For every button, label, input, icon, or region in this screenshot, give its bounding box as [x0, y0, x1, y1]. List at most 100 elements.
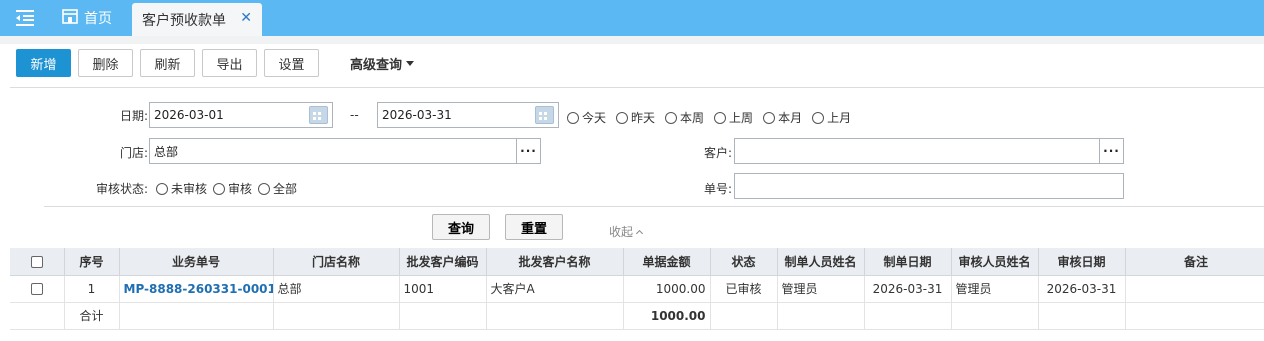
cell-make-date: 2026-03-31 — [864, 275, 952, 303]
cell-empty — [864, 302, 952, 330]
checkbox-icon[interactable] — [30, 283, 43, 295]
column-header[interactable]: 审核人员姓名 — [951, 248, 1039, 276]
total-amount: 1000.00 — [623, 302, 711, 330]
cell-cust-code: 1001 — [399, 275, 487, 303]
cell-empty — [951, 302, 1039, 330]
cell-empty — [486, 302, 624, 330]
calendar-icon[interactable] — [309, 106, 328, 124]
checkbox-icon[interactable] — [30, 255, 43, 268]
column-header[interactable]: 制单日期 — [864, 248, 952, 276]
cell-empty — [10, 302, 65, 330]
column-header[interactable]: 审核日期 — [1038, 248, 1126, 276]
cell-status: 已审核 — [710, 275, 778, 303]
radio-button-icon — [714, 111, 727, 124]
radio-button-icon — [616, 111, 629, 124]
radio-audited[interactable]: 审核 — [213, 180, 252, 197]
radio-this-week[interactable]: 本周 — [665, 109, 704, 126]
cell-store: 总部 — [273, 275, 400, 303]
collapse-toggle[interactable]: 收起 — [609, 223, 644, 240]
query-button[interactable]: 查询 — [432, 214, 490, 240]
table-total-row: 合计 1000.00 — [10, 302, 1264, 330]
tab-home[interactable]: 首页 — [54, 0, 120, 36]
radio-yesterday-label: 昨天 — [631, 111, 656, 125]
quick-date-radios: 今天 昨天 本周 上周 本月 上月 — [567, 109, 851, 126]
advanced-query-button[interactable]: 高级查询 — [338, 49, 426, 77]
menu-toggle-icon[interactable] — [14, 7, 38, 29]
radio-button-icon — [763, 111, 776, 124]
refresh-button[interactable]: 刷新 — [140, 49, 195, 77]
table-row[interactable]: 1 MP-8888-260331-0001 总部 1001 大客户A 1000.… — [10, 275, 1264, 303]
cell-cust-name: 大客户A — [486, 275, 624, 303]
column-header[interactable]: 批发客户名称 — [486, 248, 624, 276]
more-icon[interactable]: ··· — [516, 139, 540, 163]
store-label: 门店: — [119, 146, 148, 160]
cell-empty — [777, 302, 865, 330]
column-header[interactable]: 序号 — [64, 248, 120, 276]
tab-customer-prepayment[interactable]: 客户预收款单 ✕ — [132, 3, 262, 36]
column-header[interactable]: 批发客户编码 — [399, 248, 487, 276]
cell-no: 1 — [64, 275, 120, 303]
radio-audited-label: 审核 — [228, 182, 253, 196]
select-all-header[interactable] — [10, 248, 65, 276]
date-to-input[interactable]: 2026-03-31 — [377, 102, 559, 128]
column-header[interactable]: 状态 — [710, 248, 778, 276]
close-icon[interactable]: ✕ — [240, 10, 252, 26]
store-input[interactable]: 总部 ··· — [149, 138, 541, 164]
filter-divider — [44, 206, 1264, 207]
chevron-up-icon — [635, 229, 644, 237]
cell-empty — [1038, 302, 1126, 330]
radio-unaudited[interactable]: 未审核 — [156, 180, 207, 197]
cell-empty — [1125, 302, 1264, 330]
tab-active-label: 客户预收款单 — [142, 12, 226, 29]
radio-last-week[interactable]: 上周 — [714, 109, 753, 126]
cell-empty — [710, 302, 778, 330]
column-header[interactable]: 业务单号 — [119, 248, 274, 276]
calendar-icon[interactable] — [535, 106, 554, 124]
radio-last-month[interactable]: 上月 — [812, 109, 851, 126]
radio-all-label: 全部 — [273, 182, 298, 196]
more-icon[interactable]: ··· — [1099, 139, 1123, 163]
radio-all[interactable]: 全部 — [258, 180, 297, 197]
radio-button-icon — [258, 182, 271, 195]
radio-this-week-label: 本周 — [680, 111, 705, 125]
column-header[interactable]: 单据金额 — [623, 248, 711, 276]
radio-today-label: 今天 — [582, 111, 607, 125]
tab-home-label: 首页 — [84, 11, 112, 27]
home-icon — [62, 8, 78, 28]
radio-yesterday[interactable]: 昨天 — [616, 109, 655, 126]
cell-remark — [1125, 275, 1264, 303]
docno-input[interactable] — [734, 173, 1124, 199]
customer-input[interactable]: ··· — [734, 138, 1124, 164]
cell-amount: 1000.00 — [623, 275, 711, 303]
top-tab-bar: 首页 客户预收款单 ✕ — [0, 0, 1264, 36]
customer-label: 客户: — [703, 146, 732, 160]
radio-button-icon — [213, 182, 226, 195]
column-header[interactable]: 制单人员姓名 — [777, 248, 865, 276]
radio-last-month-label: 上月 — [827, 111, 852, 125]
collapse-label: 收起 — [609, 225, 634, 239]
radio-this-month-label: 本月 — [778, 111, 803, 125]
column-header[interactable]: 门店名称 — [273, 248, 400, 276]
cell-empty — [119, 302, 274, 330]
column-header[interactable]: 备注 — [1125, 248, 1264, 276]
prepayment-table: 序号 业务单号 门店名称 批发客户编码 批发客户名称 单据金额 状态 制单人员姓… — [10, 248, 1264, 330]
settings-button[interactable]: 设置 — [264, 49, 319, 77]
cell-maker: 管理员 — [777, 275, 865, 303]
toolbar: 新增 删除 刷新 导出 设置 高级查询 — [16, 49, 426, 77]
radio-this-month[interactable]: 本月 — [763, 109, 802, 126]
toolbar-divider — [10, 87, 1264, 88]
row-select[interactable] — [10, 275, 65, 303]
cell-doc-link[interactable]: MP-8888-260331-0001 — [119, 275, 274, 303]
radio-today[interactable]: 今天 — [567, 109, 606, 126]
date-from-value: 2026-03-01 — [154, 108, 224, 122]
radio-unaudited-label: 未审核 — [171, 182, 208, 196]
delete-button[interactable]: 删除 — [78, 49, 133, 77]
radio-button-icon — [812, 111, 825, 124]
cell-audit-date: 2026-03-31 — [1038, 275, 1126, 303]
cell-empty — [399, 302, 487, 330]
add-button[interactable]: 新增 — [16, 49, 71, 77]
export-button[interactable]: 导出 — [202, 49, 257, 77]
date-to-value: 2026-03-31 — [382, 108, 452, 122]
date-from-input[interactable]: 2026-03-01 — [149, 102, 333, 128]
reset-button[interactable]: 重置 — [505, 214, 563, 240]
